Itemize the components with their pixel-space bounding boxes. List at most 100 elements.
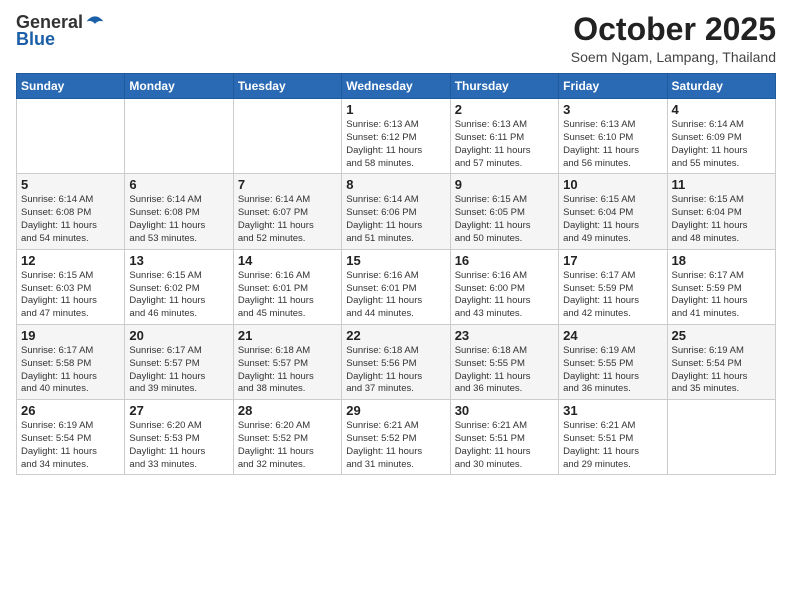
calendar-cell: 20 Sunrise: 6:17 AM Sunset: 5:57 PM Dayli… <box>125 324 233 399</box>
logo-blue-text: Blue <box>16 29 55 50</box>
day-number: 24 <box>563 328 662 343</box>
day-number: 6 <box>129 177 228 192</box>
calendar-cell: 26Sunrise: 6:19 AM Sunset: 5:54 PM Dayli… <box>17 400 125 475</box>
day-number: 2 <box>455 102 554 117</box>
day-number: 31 <box>563 403 662 418</box>
calendar-cell: 24Sunrise: 6:19 AM Sunset: 5:55 PM Dayli… <box>559 324 667 399</box>
calendar-title: October 2025 <box>571 12 776 47</box>
calendar-cell: 1Sunrise: 6:13 AM Sunset: 6:12 PM Daylig… <box>342 99 450 174</box>
calendar-cell <box>667 400 775 475</box>
day-number: 11 <box>672 177 771 192</box>
day-number: 18 <box>672 253 771 268</box>
calendar-cell: 12Sunrise: 6:15 AM Sunset: 6:03 PM Dayli… <box>17 249 125 324</box>
page-container: General Blue October 2025 Soem Ngam, Lam… <box>0 0 792 612</box>
day-info: Sunrise: 6:14 AM Sunset: 6:07 PM Dayligh… <box>238 194 337 245</box>
day-info: Sunrise: 6:18 AM Sunset: 5:55 PM Dayligh… <box>455 345 554 396</box>
calendar-cell: 30 Sunrise: 6:21 AM Sunset: 5:51 PM Dayli… <box>450 400 558 475</box>
calendar-cell: 25 Sunrise: 6:19 AM Sunset: 5:54 PM Dayli… <box>667 324 775 399</box>
day-info: Sunrise: 6:16 AM Sunset: 6:01 PM Dayligh… <box>238 270 337 321</box>
day-info: Sunrise: 6:20 AM Sunset: 5:53 PM Dayligh… <box>129 420 228 471</box>
day-number: 5 <box>21 177 120 192</box>
day-info: Sunrise: 6:20 AM Sunset: 5:52 PM Dayligh… <box>238 420 337 471</box>
calendar-cell <box>17 99 125 174</box>
weekday-header-row: SundayMondayTuesdayWednesdayThursdayFrid… <box>17 74 776 99</box>
day-info: Sunrise: 6:14 AM Sunset: 6:09 PM Dayligh… <box>672 119 771 170</box>
calendar-cell <box>125 99 233 174</box>
day-info: Sunrise: 6:18 AM Sunset: 5:56 PM Dayligh… <box>346 345 445 396</box>
day-info: Sunrise: 6:13 AM Sunset: 6:12 PM Dayligh… <box>346 119 445 170</box>
day-info: Sunrise: 6:17 AM Sunset: 5:57 PM Dayligh… <box>129 345 228 396</box>
calendar-cell: 19 Sunrise: 6:17 AM Sunset: 5:58 PM Dayli… <box>17 324 125 399</box>
calendar-week-row: 12Sunrise: 6:15 AM Sunset: 6:03 PM Dayli… <box>17 249 776 324</box>
calendar-week-row: 19 Sunrise: 6:17 AM Sunset: 5:58 PM Dayli… <box>17 324 776 399</box>
day-number: 8 <box>346 177 445 192</box>
day-number: 3 <box>563 102 662 117</box>
calendar-cell: 13 Sunrise: 6:15 AM Sunset: 6:02 PM Dayli… <box>125 249 233 324</box>
calendar-cell: 8Sunrise: 6:14 AM Sunset: 6:06 PM Daylig… <box>342 174 450 249</box>
day-number: 14 <box>238 253 337 268</box>
weekday-header-thursday: Thursday <box>450 74 558 99</box>
calendar-cell: 7Sunrise: 6:14 AM Sunset: 6:07 PM Daylig… <box>233 174 341 249</box>
day-number: 23 <box>455 328 554 343</box>
calendar-cell: 28 Sunrise: 6:20 AM Sunset: 5:52 PM Dayli… <box>233 400 341 475</box>
day-info: Sunrise: 6:21 AM Sunset: 5:51 PM Dayligh… <box>563 420 662 471</box>
day-info: Sunrise: 6:16 AM Sunset: 6:01 PM Dayligh… <box>346 270 445 321</box>
day-info: Sunrise: 6:21 AM Sunset: 5:52 PM Dayligh… <box>346 420 445 471</box>
calendar-cell: 3 Sunrise: 6:13 AM Sunset: 6:10 PM Daylig… <box>559 99 667 174</box>
day-number: 20 <box>129 328 228 343</box>
day-info: Sunrise: 6:15 AM Sunset: 6:05 PM Dayligh… <box>455 194 554 245</box>
calendar-cell: 10 Sunrise: 6:15 AM Sunset: 6:04 PM Dayli… <box>559 174 667 249</box>
day-number: 22 <box>346 328 445 343</box>
calendar-cell: 5Sunrise: 6:14 AM Sunset: 6:08 PM Daylig… <box>17 174 125 249</box>
day-number: 19 <box>21 328 120 343</box>
calendar-subtitle: Soem Ngam, Lampang, Thailand <box>571 49 776 65</box>
calendar-cell: 31 Sunrise: 6:21 AM Sunset: 5:51 PM Dayli… <box>559 400 667 475</box>
weekday-header-friday: Friday <box>559 74 667 99</box>
day-info: Sunrise: 6:19 AM Sunset: 5:54 PM Dayligh… <box>672 345 771 396</box>
day-number: 17 <box>563 253 662 268</box>
calendar-table: SundayMondayTuesdayWednesdayThursdayFrid… <box>16 73 776 475</box>
title-block: October 2025 Soem Ngam, Lampang, Thailan… <box>571 12 776 65</box>
weekday-header-tuesday: Tuesday <box>233 74 341 99</box>
calendar-cell: 27Sunrise: 6:20 AM Sunset: 5:53 PM Dayli… <box>125 400 233 475</box>
day-number: 12 <box>21 253 120 268</box>
day-info: Sunrise: 6:19 AM Sunset: 5:54 PM Dayligh… <box>21 420 120 471</box>
weekday-header-wednesday: Wednesday <box>342 74 450 99</box>
day-number: 28 <box>238 403 337 418</box>
day-info: Sunrise: 6:21 AM Sunset: 5:51 PM Dayligh… <box>455 420 554 471</box>
day-info: Sunrise: 6:17 AM Sunset: 5:59 PM Dayligh… <box>563 270 662 321</box>
day-number: 16 <box>455 253 554 268</box>
day-number: 15 <box>346 253 445 268</box>
calendar-cell: 21Sunrise: 6:18 AM Sunset: 5:57 PM Dayli… <box>233 324 341 399</box>
day-info: Sunrise: 6:15 AM Sunset: 6:02 PM Dayligh… <box>129 270 228 321</box>
day-info: Sunrise: 6:15 AM Sunset: 6:04 PM Dayligh… <box>563 194 662 245</box>
calendar-cell: 22 Sunrise: 6:18 AM Sunset: 5:56 PM Dayli… <box>342 324 450 399</box>
logo-bird-icon <box>85 13 105 33</box>
calendar-cell <box>233 99 341 174</box>
calendar-cell: 23 Sunrise: 6:18 AM Sunset: 5:55 PM Dayli… <box>450 324 558 399</box>
day-number: 4 <box>672 102 771 117</box>
calendar-week-row: 1Sunrise: 6:13 AM Sunset: 6:12 PM Daylig… <box>17 99 776 174</box>
weekday-header-saturday: Saturday <box>667 74 775 99</box>
calendar-cell: 17 Sunrise: 6:17 AM Sunset: 5:59 PM Dayli… <box>559 249 667 324</box>
day-number: 25 <box>672 328 771 343</box>
calendar-cell: 16 Sunrise: 6:16 AM Sunset: 6:00 PM Dayli… <box>450 249 558 324</box>
day-number: 9 <box>455 177 554 192</box>
calendar-cell: 4 Sunrise: 6:14 AM Sunset: 6:09 PM Daylig… <box>667 99 775 174</box>
calendar-cell: 14 Sunrise: 6:16 AM Sunset: 6:01 PM Dayli… <box>233 249 341 324</box>
day-number: 10 <box>563 177 662 192</box>
day-number: 30 <box>455 403 554 418</box>
day-info: Sunrise: 6:15 AM Sunset: 6:04 PM Dayligh… <box>672 194 771 245</box>
day-number: 13 <box>129 253 228 268</box>
day-number: 21 <box>238 328 337 343</box>
calendar-week-row: 5 Sunrise: 6:14 AM Sunset: 6:08 PM Daylig… <box>17 174 776 249</box>
day-info: Sunrise: 6:13 AM Sunset: 6:10 PM Dayligh… <box>563 119 662 170</box>
calendar-cell: 9 Sunrise: 6:15 AM Sunset: 6:05 PM Daylig… <box>450 174 558 249</box>
day-info: Sunrise: 6:14 AM Sunset: 6:08 PM Dayligh… <box>129 194 228 245</box>
day-info: Sunrise: 6:17 AM Sunset: 5:58 PM Dayligh… <box>21 345 120 396</box>
day-info: Sunrise: 6:16 AM Sunset: 6:00 PM Dayligh… <box>455 270 554 321</box>
weekday-header-sunday: Sunday <box>17 74 125 99</box>
day-info: Sunrise: 6:17 AM Sunset: 5:59 PM Dayligh… <box>672 270 771 321</box>
calendar-week-row: 26Sunrise: 6:19 AM Sunset: 5:54 PM Dayli… <box>17 400 776 475</box>
calendar-cell: 11 Sunrise: 6:15 AM Sunset: 6:04 PM Dayli… <box>667 174 775 249</box>
